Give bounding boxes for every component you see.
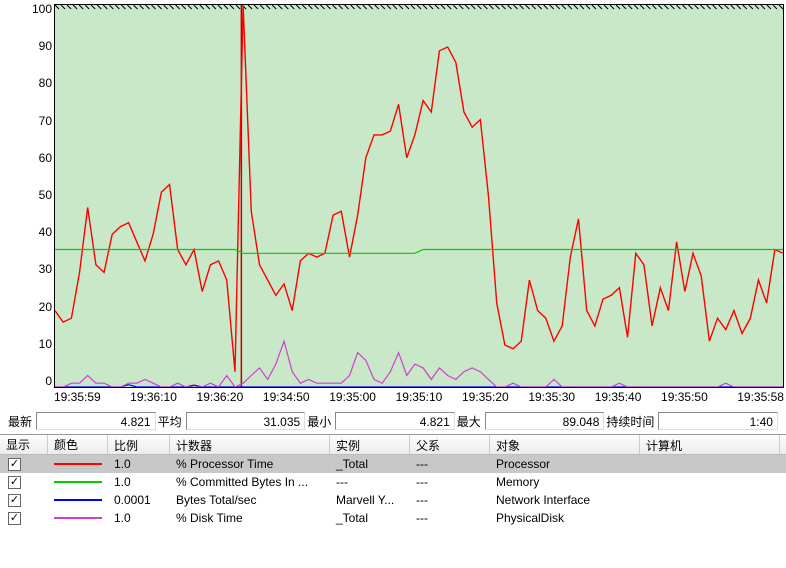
counter-cell: % Processor Time bbox=[170, 457, 330, 471]
show-checkbox[interactable]: ✓ bbox=[8, 494, 21, 507]
x-tick: 19:35:50 bbox=[651, 390, 717, 408]
show-checkbox[interactable]: ✓ bbox=[8, 458, 21, 471]
scale-cell: 1.0 bbox=[108, 475, 170, 489]
th-computer[interactable]: 计算机 bbox=[640, 435, 780, 454]
counter-cell: Bytes Total/sec bbox=[170, 493, 330, 507]
parent-cell: --- bbox=[410, 493, 490, 507]
perfmon-root: 1009080706050403020100 19:35:5919:36:101… bbox=[0, 0, 786, 568]
parent-cell: --- bbox=[410, 511, 490, 525]
x-tick: 19:35:00 bbox=[319, 390, 385, 408]
y-tick: 50 bbox=[10, 188, 52, 202]
y-tick: 20 bbox=[10, 300, 52, 314]
stats-row: 最新 4.821 平均 31.035 最小 4.821 最大 89.048 持续… bbox=[0, 408, 786, 434]
color-swatch bbox=[54, 499, 102, 501]
y-tick: 40 bbox=[10, 225, 52, 239]
table-row[interactable]: ✓ 1.0% Processor Time_Total---Processor bbox=[0, 455, 786, 473]
show-checkbox[interactable]: ✓ bbox=[8, 476, 21, 489]
min-value: 4.821 bbox=[335, 412, 455, 430]
y-axis: 1009080706050403020100 bbox=[10, 2, 52, 388]
color-swatch bbox=[54, 481, 102, 483]
duration-value: 1:40 bbox=[658, 412, 778, 430]
max-label: 最大 bbox=[457, 413, 481, 430]
x-tick: 19:35:30 bbox=[519, 390, 585, 408]
last-label: 最新 bbox=[8, 413, 32, 430]
object-cell: Memory bbox=[490, 475, 640, 489]
instance-cell: _Total bbox=[330, 511, 410, 525]
scale-cell: 1.0 bbox=[108, 457, 170, 471]
x-tick: 19:35:59 bbox=[54, 390, 120, 408]
instance-cell: --- bbox=[330, 475, 410, 489]
table-body: ✓1.0% Processor Time_Total---Processor✓1… bbox=[0, 455, 786, 527]
avg-value: 31.035 bbox=[186, 412, 306, 430]
x-tick: 19:36:10 bbox=[120, 390, 186, 408]
scale-cell: 0.0001 bbox=[108, 493, 170, 507]
object-cell: Processor bbox=[490, 457, 640, 471]
x-tick: 19:35:10 bbox=[386, 390, 452, 408]
object-cell: PhysicalDisk bbox=[490, 511, 640, 525]
x-tick: 19:34:50 bbox=[253, 390, 319, 408]
table-row[interactable]: ✓ 0.0001Bytes Total/secMarvell Y...---Net… bbox=[0, 491, 786, 509]
min-label: 最小 bbox=[307, 413, 331, 430]
y-tick: 30 bbox=[10, 262, 52, 276]
counter-table: 显示 颜色 比例 计数器 实例 父系 对象 计算机 ✓1.0% Processo… bbox=[0, 434, 786, 527]
scale-cell: 1.0 bbox=[108, 511, 170, 525]
last-value: 4.821 bbox=[36, 412, 156, 430]
th-object[interactable]: 对象 bbox=[490, 435, 640, 454]
x-tick: 19:35:40 bbox=[585, 390, 651, 408]
table-header: 显示 颜色 比例 计数器 实例 父系 对象 计算机 bbox=[0, 435, 786, 455]
y-tick: 80 bbox=[10, 76, 52, 90]
y-tick: 70 bbox=[10, 114, 52, 128]
th-counter[interactable]: 计数器 bbox=[170, 435, 330, 454]
object-cell: Network Interface bbox=[490, 493, 640, 507]
y-tick: 10 bbox=[10, 337, 52, 351]
th-instance[interactable]: 实例 bbox=[330, 435, 410, 454]
series-line bbox=[55, 5, 783, 372]
counter-cell: % Committed Bytes In ... bbox=[170, 475, 330, 489]
series-line bbox=[55, 341, 783, 387]
th-parent[interactable]: 父系 bbox=[410, 435, 490, 454]
parent-cell: --- bbox=[410, 475, 490, 489]
color-swatch bbox=[54, 517, 102, 519]
table-row[interactable]: ✓1.0% Committed Bytes In ...------Memory bbox=[0, 473, 786, 491]
th-color[interactable]: 颜色 bbox=[48, 435, 108, 454]
y-tick: 60 bbox=[10, 151, 52, 165]
y-tick: 100 bbox=[10, 2, 52, 16]
color-swatch bbox=[54, 463, 102, 465]
table-row[interactable]: ✓ 1.0% Disk Time_Total---PhysicalDisk bbox=[0, 509, 786, 527]
instance-cell: _Total bbox=[330, 457, 410, 471]
chart-plot[interactable] bbox=[54, 4, 784, 388]
series-line bbox=[55, 250, 783, 254]
x-axis: 19:35:5919:36:1019:36:2019:34:5019:35:00… bbox=[54, 390, 784, 408]
parent-cell: --- bbox=[410, 457, 490, 471]
x-tick: 19:35:58 bbox=[718, 390, 784, 408]
th-show[interactable]: 显示 bbox=[0, 435, 48, 454]
duration-label: 持续时间 bbox=[606, 413, 654, 430]
instance-cell: Marvell Y... bbox=[330, 493, 410, 507]
x-tick: 19:36:20 bbox=[187, 390, 253, 408]
chart-zone: 1009080706050403020100 19:35:5919:36:101… bbox=[0, 0, 786, 408]
avg-label: 平均 bbox=[158, 413, 182, 430]
show-checkbox[interactable]: ✓ bbox=[8, 512, 21, 525]
y-tick: 90 bbox=[10, 39, 52, 53]
counter-cell: % Disk Time bbox=[170, 511, 330, 525]
max-value: 89.048 bbox=[485, 412, 605, 430]
y-tick: 0 bbox=[10, 374, 52, 388]
x-tick: 19:35:20 bbox=[452, 390, 518, 408]
th-scale[interactable]: 比例 bbox=[108, 435, 170, 454]
